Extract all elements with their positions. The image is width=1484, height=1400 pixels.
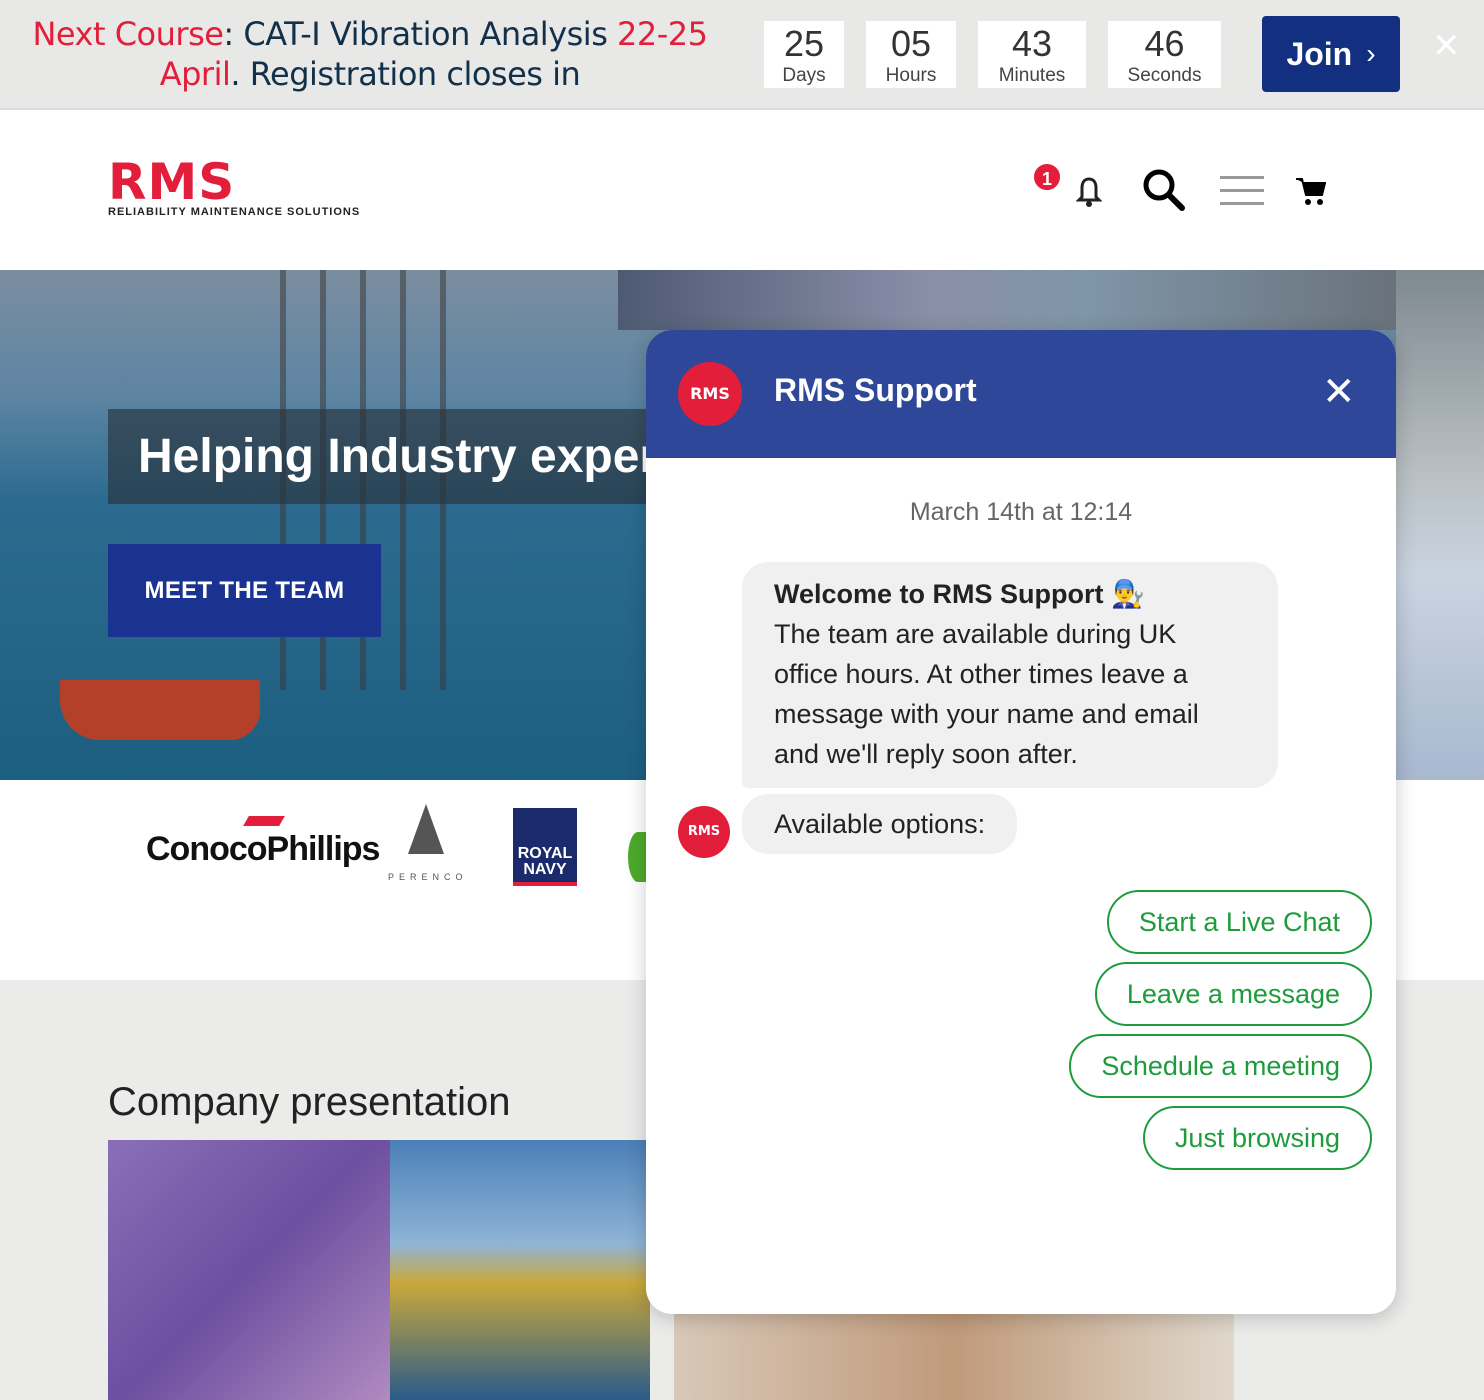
join-button[interactable]: Join › <box>1262 16 1400 92</box>
royal-navy-logo: ROYAL NAVY <box>513 808 577 886</box>
countdown-hours: 05 Hours <box>866 21 956 88</box>
chevron-right-icon: › <box>1366 38 1376 69</box>
conocophillips-logo: ConocoPhillips <box>146 816 380 869</box>
announcement-bar: Next Course: CAT-I Vibration Analysis 22… <box>0 0 1484 110</box>
options-message: Available options: <box>742 794 1018 854</box>
start-live-chat-button[interactable]: Start a Live Chat <box>1106 890 1372 954</box>
offshore-photo <box>390 1140 650 1400</box>
chat-widget: RMS RMS Support ✕ March 14th at 12:14 We… <box>646 330 1396 1314</box>
schedule-meeting-button[interactable]: Schedule a meeting <box>1069 1034 1372 1098</box>
notification-badge: 1 <box>1032 162 1062 192</box>
perenco-logo: PERENCO <box>388 804 464 882</box>
menu-icon[interactable] <box>1220 176 1264 206</box>
cart-icon[interactable] <box>1296 176 1326 206</box>
close-icon[interactable]: ✕ <box>1432 26 1461 66</box>
just-browsing-button[interactable]: Just browsing <box>1142 1106 1372 1170</box>
countdown-days: 25 Days <box>764 21 844 88</box>
chat-title: RMS Support <box>774 372 977 408</box>
site-header: RMS RELIABILITY MAINTENANCE SOLUTIONS <box>0 110 1484 270</box>
rms-logo[interactable]: RMS RELIABILITY MAINTENANCE SOLUTIONS <box>108 157 360 218</box>
hero-title: Helping Industry exper <box>108 409 648 504</box>
welcome-message: Welcome to RMS Support 👨‍🔧 The team are a… <box>742 562 1278 788</box>
leave-message-button[interactable]: Leave a message <box>1094 962 1372 1026</box>
countdown-minutes: 43 Minutes <box>978 21 1086 88</box>
countdown-seconds: 46 Seconds <box>1108 21 1221 88</box>
engineer-photo <box>674 1314 1234 1400</box>
search-icon[interactable] <box>1142 168 1186 212</box>
section-title: Company presentation <box>108 1080 511 1124</box>
meet-the-team-button[interactable]: MEET THE TEAM <box>108 544 381 637</box>
hero-image-factory <box>1396 270 1484 780</box>
close-icon[interactable]: ✕ <box>1322 370 1356 414</box>
promo-text: Next Course: CAT-I Vibration Analysis 22… <box>32 15 708 93</box>
hero-image <box>618 270 1398 330</box>
chat-header: RMS RMS Support ✕ <box>646 330 1396 458</box>
bell-icon[interactable] <box>1076 176 1102 208</box>
chat-timestamp: March 14th at 12:14 <box>909 498 1133 526</box>
presenter-photo <box>108 1140 390 1400</box>
chat-avatar: RMS <box>678 362 742 426</box>
ship-image <box>60 680 260 740</box>
chat-avatar: RMS <box>678 806 730 858</box>
bp-logo <box>628 832 648 882</box>
